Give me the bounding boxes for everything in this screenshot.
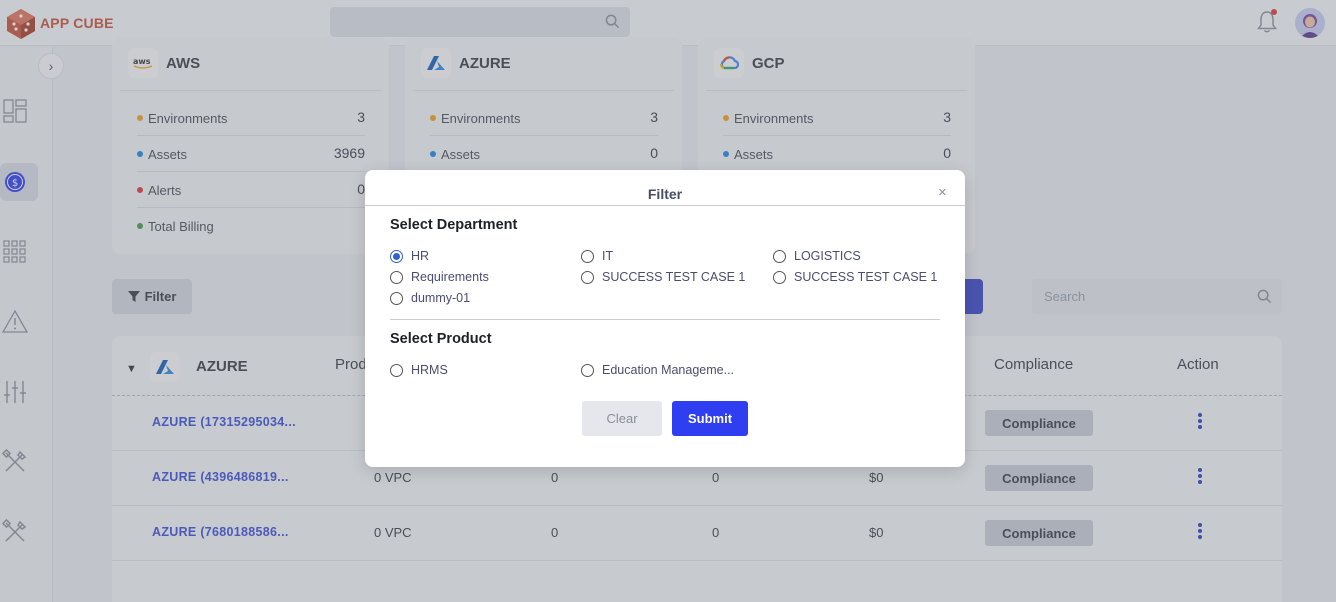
radio-circle[interactable]	[390, 291, 403, 305]
product-radio-hrms[interactable]: HRMS	[390, 363, 448, 377]
product-radio-education-management[interactable]: Education Manageme...	[581, 363, 734, 377]
close-icon[interactable]: ×	[938, 184, 947, 201]
radio-circle[interactable]	[773, 270, 786, 284]
department-heading: Select Department	[390, 217, 518, 233]
radio-circle[interactable]	[581, 249, 594, 263]
radio-circle[interactable]	[390, 363, 403, 377]
radio-circle[interactable]	[390, 270, 403, 284]
product-heading: Select Product	[390, 331, 492, 347]
radio-circle[interactable]	[581, 363, 594, 377]
department-radio-requirements[interactable]: Requirements	[390, 270, 489, 284]
department-radio-dummy-01[interactable]: dummy-01	[390, 291, 470, 305]
department-radio-it[interactable]: IT	[581, 249, 613, 263]
radio-circle[interactable]	[390, 249, 403, 263]
department-radio-logistics[interactable]: LOGISTICS	[773, 249, 861, 263]
submit-button[interactable]: Submit	[672, 401, 748, 436]
filter-modal: Filter × Select Department HR IT LOGISTI…	[365, 170, 965, 467]
clear-button[interactable]: Clear	[582, 401, 662, 436]
modal-title: Filter	[647, 186, 683, 202]
radio-circle[interactable]	[581, 270, 594, 284]
radio-circle[interactable]	[773, 249, 786, 263]
department-radio-success-test-case-1[interactable]: SUCCESS TEST CASE 1	[581, 270, 745, 284]
department-radio-success-test-case-1-b[interactable]: SUCCESS TEST CASE 1	[773, 270, 937, 284]
department-radio-hr[interactable]: HR	[390, 249, 429, 263]
